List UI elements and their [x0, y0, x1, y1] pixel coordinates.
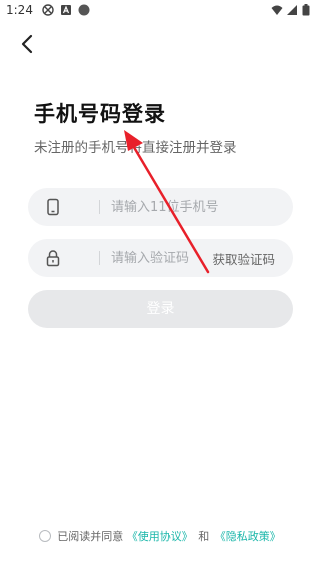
status-bar: 1:24: [0, 0, 320, 22]
agreement-conjunction: 和: [198, 530, 210, 543]
phone-field-divider: [99, 200, 100, 214]
agreement-checkbox[interactable]: [39, 530, 52, 542]
lock-icon: [46, 250, 60, 267]
battery-icon: [302, 4, 310, 16]
privacy-policy-link[interactable]: 《隐私政策》: [215, 530, 281, 543]
page-title: 手机号码登录: [34, 102, 166, 126]
annotation-arrow-icon: [124, 130, 210, 274]
notification-muted-icon: [42, 4, 54, 16]
login-button[interactable]: 登录: [28, 290, 293, 328]
signal-icon: [287, 5, 297, 15]
notification-dot-icon: [78, 4, 90, 16]
status-time: 1:24: [6, 3, 33, 17]
notification-a-icon: [61, 5, 71, 15]
phone-icon: [47, 198, 59, 216]
page-subtitle: 未注册的手机号将直接注册并登录: [34, 140, 237, 156]
phone-field[interactable]: [28, 188, 293, 226]
verification-code-input[interactable]: [111, 239, 221, 277]
phone-input[interactable]: [111, 188, 241, 226]
code-field[interactable]: 获取验证码: [28, 239, 293, 277]
get-code-button[interactable]: 获取验证码: [212, 249, 275, 268]
wifi-icon: [271, 5, 283, 15]
agreement-prefix: 已阅读并同意: [57, 530, 124, 543]
code-field-divider: [99, 251, 100, 265]
user-agreement-link[interactable]: 《使用协议》: [127, 530, 193, 543]
agreement-row: 已阅读并同意 《使用协议》 和 《隐私政策》: [0, 528, 320, 544]
back-chevron-icon[interactable]: [14, 30, 42, 58]
